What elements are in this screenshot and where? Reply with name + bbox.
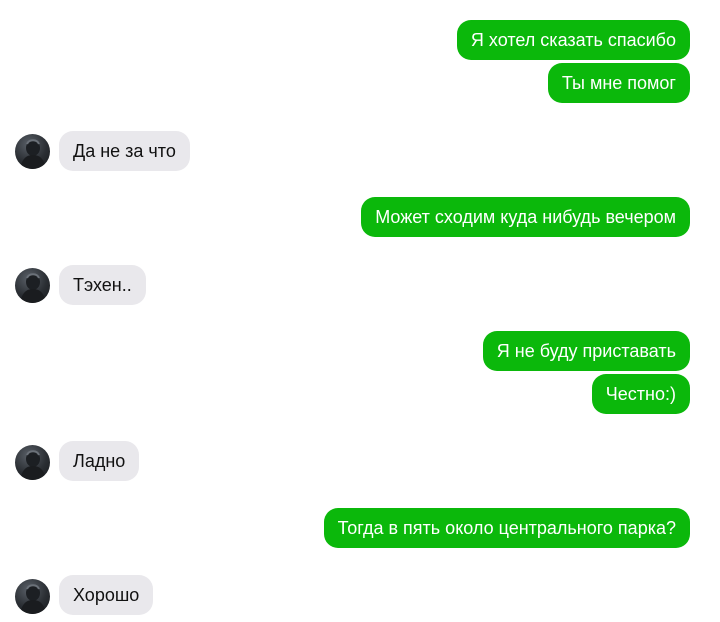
outgoing-message[interactable]: Честно:)	[591, 374, 690, 414]
outgoing-message[interactable]: Тогда в пять около центрального парка?	[323, 508, 690, 548]
avatar-silhouette-icon	[20, 450, 46, 480]
chat-thread: Я хотел сказать спасибо Ты мне помог Да …	[0, 0, 720, 622]
avatar-silhouette-icon	[20, 584, 46, 614]
outgoing-message[interactable]: Ты мне помог	[547, 63, 690, 103]
incoming-message[interactable]: Тэхен..	[59, 265, 146, 305]
avatar-silhouette-icon	[20, 139, 46, 169]
outgoing-message[interactable]: Я хотел сказать спасибо	[456, 20, 690, 60]
incoming-message[interactable]: Да не за что	[59, 131, 190, 171]
contact-avatar-icon[interactable]	[15, 268, 50, 303]
incoming-message[interactable]: Хорошо	[59, 575, 154, 615]
contact-avatar-icon[interactable]	[15, 579, 50, 614]
outgoing-message[interactable]: Может сходим куда нибудь вечером	[361, 197, 690, 237]
avatar-silhouette-icon	[20, 273, 46, 303]
contact-avatar-icon[interactable]	[15, 134, 50, 169]
outgoing-message[interactable]: Я не буду приставать	[482, 331, 690, 371]
contact-avatar-icon[interactable]	[15, 445, 50, 480]
incoming-message[interactable]: Ладно	[59, 441, 140, 481]
